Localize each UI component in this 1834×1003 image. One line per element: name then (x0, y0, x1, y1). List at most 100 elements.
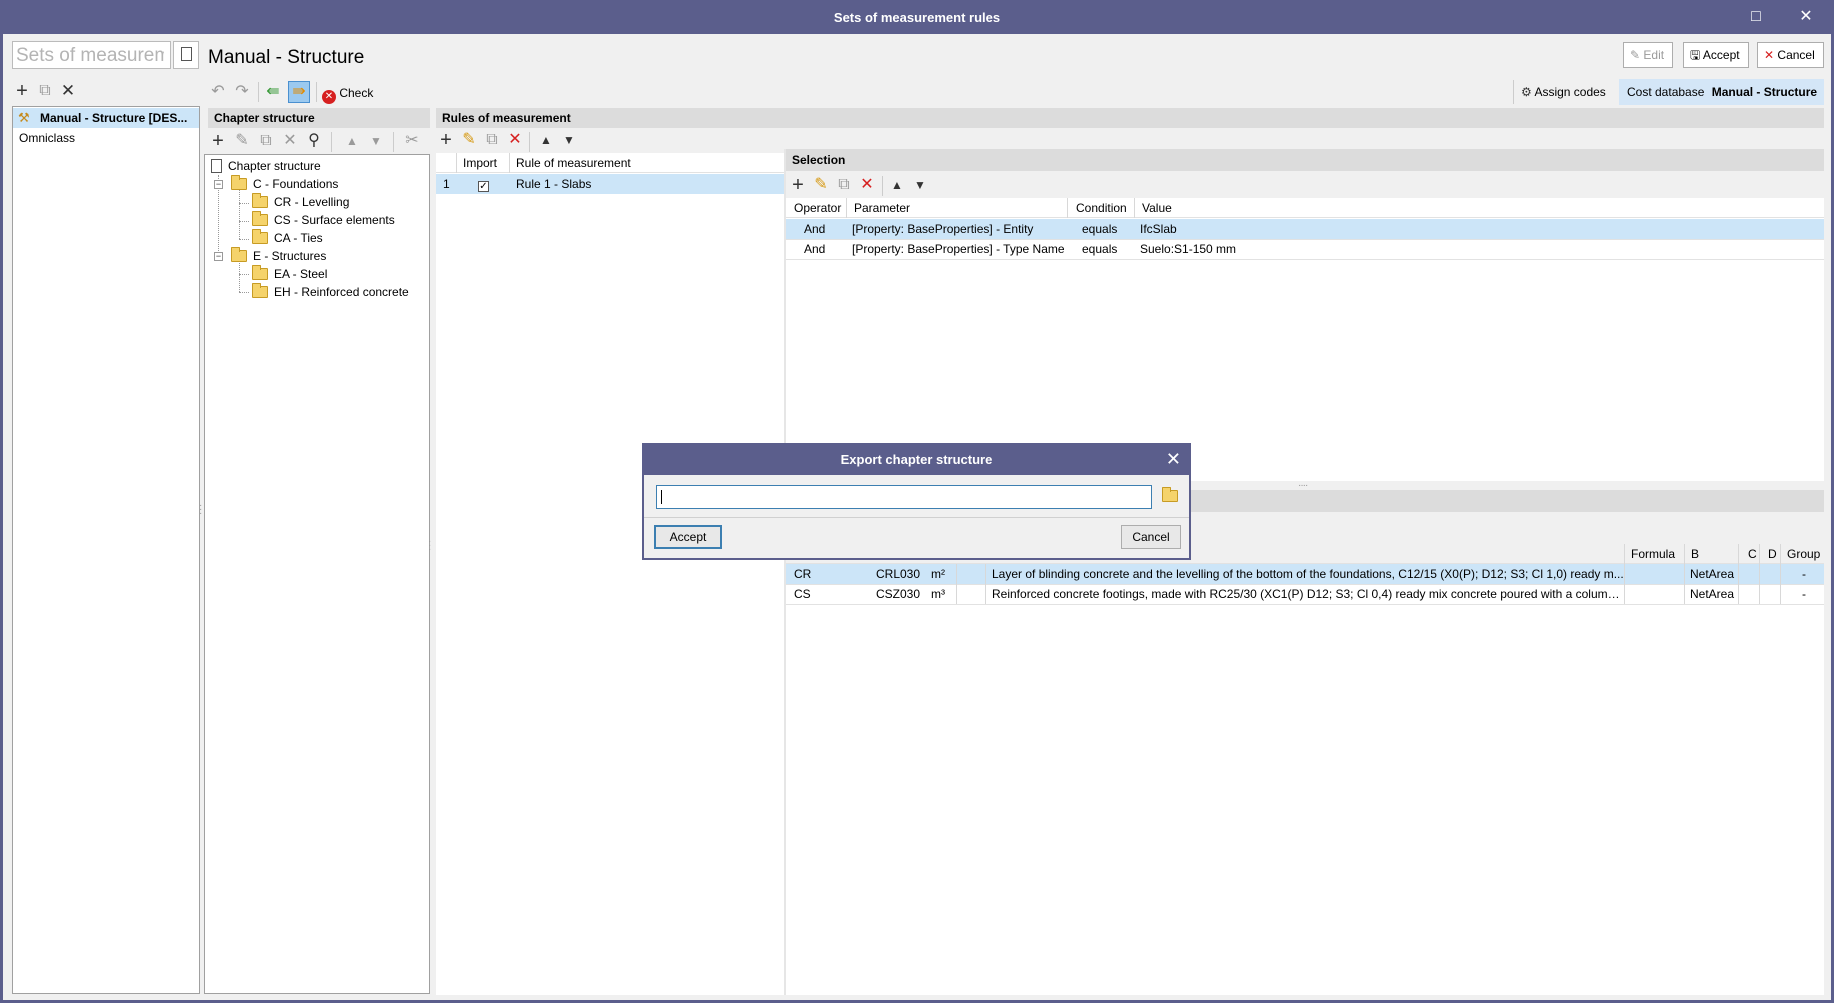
b-cell: NetArea (1690, 587, 1735, 601)
close-icon[interactable]: ✕ (1792, 6, 1820, 28)
redo-icon[interactable]: ↷ (232, 82, 252, 102)
chapter-cell: CR (794, 567, 812, 581)
column-header: Condition (1076, 201, 1127, 215)
sets-list: ⚒ Manual - Structure [DES... Omniclass (12, 106, 200, 994)
copy-chapter-icon[interactable]: ⧉ (256, 131, 276, 151)
edit-icon: ✎ (1630, 48, 1641, 62)
description-cell: Reinforced concrete footings, made with … (992, 587, 1624, 601)
tree-item-ties[interactable]: CA - Ties (205, 228, 429, 248)
add-chapter-icon[interactable]: + (208, 131, 228, 151)
tree-item-structures[interactable]: − E - Structures (205, 246, 429, 266)
tree-item-steel[interactable]: EA - Steel (205, 264, 429, 284)
cancel-icon: ✕ (1764, 48, 1775, 62)
table-row[interactable]: 1 ✓ Rule 1 - Slabs (436, 174, 784, 194)
tree-item-label: C - Foundations (253, 177, 339, 191)
dialog-accept-button[interactable]: Accept (654, 525, 722, 549)
maximize-icon[interactable]: □ (1742, 6, 1770, 28)
dialog-cancel-button[interactable]: Cancel (1121, 525, 1181, 549)
folder-icon (252, 265, 268, 280)
list-item[interactable]: Omniclass (13, 128, 199, 148)
search-icon[interactable]: ⚲ (304, 131, 324, 151)
delete-icon[interactable]: ✕ (58, 81, 78, 101)
collapse-icon[interactable]: − (214, 252, 223, 261)
export-chapter-icon[interactable]: ⇛ (288, 81, 310, 103)
condition-cell: equals (1082, 242, 1118, 256)
b-cell: NetArea (1690, 567, 1735, 581)
assign-codes-icon: ⚙ (1521, 85, 1532, 99)
operator-cell: And (804, 242, 826, 256)
table-row[interactable]: CR CRL030 m² Layer of blinding concrete … (786, 564, 1824, 584)
open-folder-icon (1162, 487, 1178, 502)
tree-item-reinforced-concrete[interactable]: EH - Reinforced concrete (205, 282, 429, 302)
delete-chapter-icon[interactable]: ✕ (280, 131, 300, 151)
column-header: Group (1787, 547, 1821, 561)
add-condition-icon[interactable]: + (788, 175, 808, 195)
accept-button-label: Accept (1702, 48, 1740, 62)
tree-item-foundations[interactable]: − C - Foundations (205, 174, 429, 194)
cost-database-label: Cost database (1627, 85, 1705, 99)
delete-rule-icon[interactable]: ✕ (505, 130, 525, 150)
rules-table-header: Import Rule of measurement (436, 153, 784, 173)
accept-button[interactable]: 🖫 Accept (1683, 42, 1749, 68)
unit-cell: m³ (931, 587, 945, 601)
edit-rule-icon[interactable]: ✎ (459, 130, 479, 150)
tree-item-surface-elements[interactable]: CS - Surface elements (205, 210, 429, 230)
code-cell: CRL030 (876, 567, 921, 581)
copy-rule-icon[interactable]: ⧉ (482, 130, 502, 150)
window-title-bar: Sets of measurement rules □ ✕ (0, 0, 1834, 34)
save-icon: 🖫 (1690, 48, 1701, 62)
move-down-icon[interactable]: ▼ (910, 175, 930, 195)
code-cell: CSZ030 (876, 587, 921, 601)
new-document-button[interactable] (173, 41, 199, 69)
tree-root[interactable]: Chapter structure (205, 156, 429, 176)
edit-button[interactable]: ✎ Edit (1623, 42, 1674, 68)
tree-item-label: CS - Surface elements (274, 213, 395, 227)
rules-header: Rules of measurement (436, 108, 1824, 128)
edit-chapter-icon[interactable]: ✎ (232, 131, 252, 151)
sets-search-placeholder: Sets of measurem (16, 45, 164, 66)
sets-search-field[interactable]: Sets of measurem (12, 41, 171, 69)
export-chapter-dialog: Export chapter structure ✕ Accept Cancel (642, 443, 1191, 560)
add-icon[interactable]: + (12, 81, 32, 101)
table-row[interactable]: And [Property: BaseProperties] - Entity … (786, 219, 1824, 239)
cancel-button[interactable]: ✕ Cancel (1757, 42, 1824, 68)
move-up-icon[interactable]: ▲ (887, 175, 907, 195)
codes-table: Formula B C D Group CR CRL030 m² Layer o… (786, 544, 1824, 995)
move-up-icon[interactable]: ▲ (536, 130, 556, 150)
cut-icon[interactable]: ✂ (402, 131, 422, 151)
column-header: Value (1142, 201, 1172, 215)
undo-icon[interactable]: ↶ (208, 82, 228, 102)
table-row[interactable]: CS CSZ030 m³ Reinforced concrete footing… (786, 584, 1824, 604)
column-header: Rule of measurement (516, 156, 631, 170)
splitter-handle[interactable]: · · · (199, 501, 202, 519)
add-rule-icon[interactable]: + (436, 130, 456, 150)
close-icon[interactable]: ✕ (1166, 449, 1181, 469)
folder-icon (231, 247, 247, 262)
selection-table-header: Operator Parameter Condition Value (786, 198, 1824, 218)
chapter-cell: CS (794, 587, 811, 601)
export-path-input[interactable] (656, 485, 1152, 509)
check-button-label: Check (339, 86, 374, 100)
cost-database-value: Manual - Structure (1711, 85, 1818, 99)
delete-condition-icon[interactable]: ✕ (857, 175, 877, 195)
list-item[interactable]: ⚒ Manual - Structure [DES... (13, 108, 199, 128)
assign-codes-button[interactable]: ⚙ Assign codes (1521, 82, 1606, 102)
table-row[interactable]: And [Property: BaseProperties] - Type Na… (786, 239, 1824, 259)
edit-button-label: Edit (1643, 48, 1665, 62)
collapse-icon[interactable]: − (214, 180, 223, 189)
copy-condition-icon[interactable]: ⧉ (834, 175, 854, 195)
check-button[interactable]: ✕ Check (322, 83, 374, 104)
move-up-icon[interactable]: ▲ (342, 131, 362, 151)
edit-condition-icon[interactable]: ✎ (811, 175, 831, 195)
move-down-icon[interactable]: ▼ (559, 130, 579, 150)
copy-icon[interactable]: ⧉ (35, 81, 55, 101)
browse-folder-button[interactable] (1158, 485, 1182, 509)
import-checkbox[interactable]: ✓ (478, 181, 489, 192)
column-header: Parameter (854, 201, 911, 215)
tree-item-levelling[interactable]: CR - Levelling (205, 192, 429, 212)
value-cell: IfcSlab (1140, 222, 1177, 236)
splitter-handle[interactable]: · · · (428, 537, 431, 555)
hammer-icon: ⚒ (18, 110, 30, 125)
import-chapter-icon[interactable]: ⇚ (263, 82, 283, 102)
move-down-icon[interactable]: ▼ (366, 131, 386, 151)
